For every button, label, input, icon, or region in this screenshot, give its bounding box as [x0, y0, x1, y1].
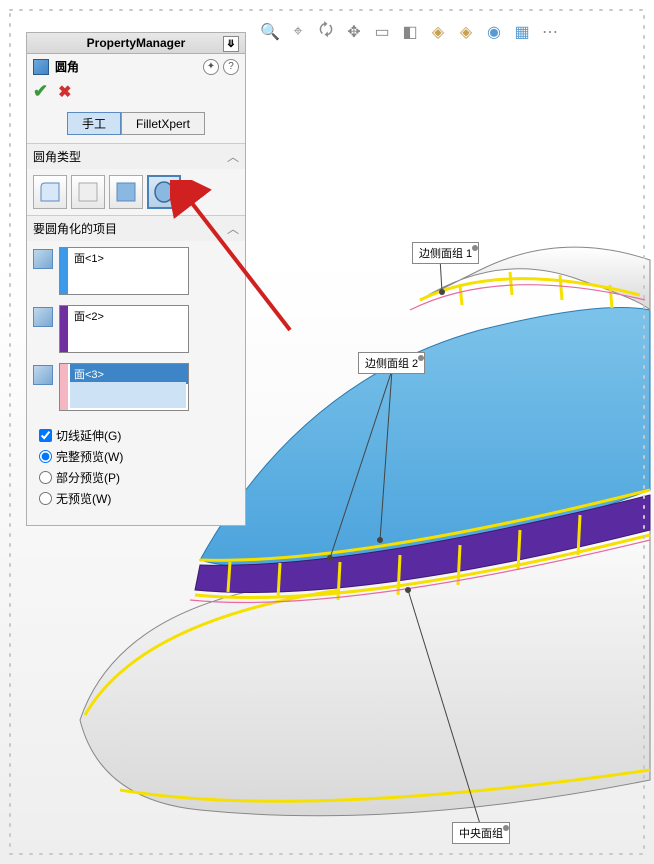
rotate-icon[interactable]: 🗘 [316, 22, 336, 42]
zoom-fit-icon[interactable]: 🔍 [260, 22, 280, 42]
view-cube-icon[interactable]: ◈ [428, 22, 448, 42]
view-cube2-icon[interactable]: ◈ [456, 22, 476, 42]
radio-partial[interactable] [39, 471, 52, 484]
face-set-icon [33, 365, 53, 385]
face-set-icon [33, 249, 53, 269]
extra-icon[interactable]: ⋯ [540, 22, 560, 42]
property-manager-panel: PropertyManager ⤋ 圆角 ✦ ? ✔ ✖ 手工 FilletXp… [26, 32, 246, 526]
scene-icon[interactable]: ◉ [484, 22, 504, 42]
pan-icon[interactable]: ✥ [344, 22, 364, 42]
ok-button[interactable]: ✔ [33, 81, 48, 102]
face-set-icon [33, 307, 53, 327]
checkbox-tangent[interactable] [39, 429, 52, 442]
selection-highlight [70, 382, 186, 408]
color-bar-pink [60, 364, 68, 410]
callout-label: 边侧面组 2 [365, 358, 418, 370]
fillet-items: 面<1> 面<2> 面<3> 切线延伸(G) 完整预览(W) 部分预览(P) 无… [27, 241, 245, 525]
face-selection-2[interactable]: 面<2> [59, 305, 189, 353]
view-toolbar: 🔍 ⌖ 🗘 ✥ ▭ ◧ ◈ ◈ ◉ ▦ ⋯ [260, 20, 644, 44]
face-selection-1[interactable]: 面<1> [59, 247, 189, 295]
face-label: 面<1> [70, 248, 188, 268]
chevron-up-icon: ︿ [227, 148, 239, 165]
mode-tabs: 手工 FilletXpert [27, 108, 245, 143]
panel-title: PropertyManager [87, 36, 186, 50]
color-bar-blue [60, 248, 68, 294]
option-partial-preview[interactable]: 部分预览(P) [39, 467, 233, 488]
help-icon[interactable]: ? [223, 59, 239, 75]
section-label: 圆角类型 [33, 148, 81, 165]
feature-name: 圆角 [55, 58, 79, 75]
tips-icon[interactable]: ✦ [203, 59, 219, 75]
pin-icon[interactable]: ⤋ [223, 36, 239, 52]
feature-title-row: 圆角 ✦ ? [27, 54, 245, 79]
option-no-preview[interactable]: 无预览(W) [39, 488, 233, 509]
section-fillet-type[interactable]: 圆角类型 ︿ [27, 143, 245, 169]
cancel-button[interactable]: ✖ [58, 82, 71, 102]
panel-header: PropertyManager ⤋ [27, 33, 245, 54]
callout-side-face-2[interactable]: 边侧面组 2 [358, 352, 425, 374]
face-group-2: 面<2> [33, 305, 239, 353]
option-tangent[interactable]: 切线延伸(G) [39, 425, 233, 446]
chevron-up-icon: ︿ [227, 220, 239, 237]
fillet-type-variable[interactable] [71, 175, 105, 209]
fillet-type-buttons [27, 169, 245, 215]
face-group-1: 面<1> [33, 247, 239, 295]
callout-center-face[interactable]: 中央面组 [452, 822, 510, 844]
display-style-icon[interactable]: ▭ [372, 22, 392, 42]
section-icon[interactable]: ◧ [400, 22, 420, 42]
callout-label: 边侧面组 1 [419, 248, 472, 260]
confirm-row: ✔ ✖ [27, 79, 245, 108]
tab-filletxpert[interactable]: FilletXpert [121, 112, 205, 135]
zoom-area-icon[interactable]: ⌖ [288, 22, 308, 42]
face-label: 面<3> [70, 364, 188, 384]
color-bar-purple [60, 306, 68, 352]
radio-full[interactable] [39, 450, 52, 463]
section-label: 要圆角化的项目 [33, 220, 117, 237]
preview-options: 切线延伸(G) 完整预览(W) 部分预览(P) 无预览(W) [33, 421, 239, 519]
fillet-feature-icon [33, 59, 49, 75]
callout-side-face-1[interactable]: 边侧面组 1 [412, 242, 479, 264]
face-selection-3[interactable]: 面<3> [59, 363, 189, 411]
section-items[interactable]: 要圆角化的项目 ︿ [27, 215, 245, 241]
face-group-3: 面<3> [33, 363, 239, 411]
radio-none[interactable] [39, 492, 52, 505]
fillet-type-full-round[interactable] [147, 175, 181, 209]
fillet-type-constant[interactable] [33, 175, 67, 209]
scene2-icon[interactable]: ▦ [512, 22, 532, 42]
callout-label: 中央面组 [459, 828, 503, 840]
face-label: 面<2> [70, 306, 188, 326]
fillet-type-face[interactable] [109, 175, 143, 209]
tab-manual[interactable]: 手工 [67, 112, 121, 135]
option-full-preview[interactable]: 完整预览(W) [39, 446, 233, 467]
